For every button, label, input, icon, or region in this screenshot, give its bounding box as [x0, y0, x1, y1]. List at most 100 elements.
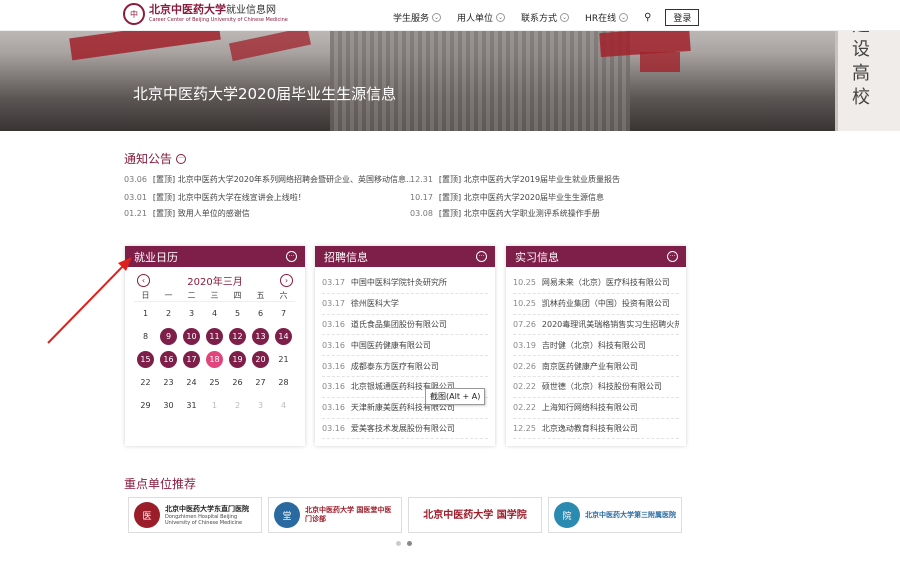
weekday-label: 二	[180, 290, 203, 302]
list-item[interactable]: 03.17 徐州医科大学	[322, 294, 488, 315]
notice-text: [置顶] 北京中医药大学职业测评系统操作手册	[438, 209, 600, 218]
calendar-day[interactable]: 2	[226, 394, 249, 417]
calendar-header: 就业日历 ···	[125, 246, 305, 267]
calendar-day[interactable]: 22	[134, 371, 157, 394]
calendar-day[interactable]: 15	[134, 348, 157, 371]
calendar-day[interactable]: 17	[180, 348, 203, 371]
nav-hr-online[interactable]: HR在线 ⌄	[585, 11, 629, 24]
calendar-day[interactable]: 25	[203, 371, 226, 394]
notice-date: 03.06	[124, 175, 147, 184]
notices-heading-label: 通知公告	[124, 152, 173, 166]
hospital-logo-icon: 院	[554, 502, 580, 528]
calendar-day[interactable]: 2	[157, 302, 180, 325]
list-item[interactable]: 03.17 中国中医科学院针灸研究所	[322, 273, 488, 294]
calendar-day[interactable]: 14	[272, 325, 295, 348]
calendar-day[interactable]: 23	[157, 371, 180, 394]
banner-title[interactable]: 北京中医药大学2020届毕业生生源信息	[133, 83, 396, 104]
notice-item[interactable]: 03.08 [置顶] 北京中医药大学职业测评系统操作手册	[410, 208, 600, 219]
list-item[interactable]: 03.16 中国医药健康有限公司	[322, 335, 488, 357]
nav-student-services[interactable]: 学生服务 ⌄	[393, 11, 442, 24]
calendar-day[interactable]: 1	[203, 394, 226, 417]
calendar-day-number: 6	[257, 309, 264, 318]
list-item-text: 爱美客技术发展股份有限公司	[350, 423, 455, 433]
list-item-text: 上海知行网络科技有限公司	[541, 403, 638, 413]
notice-item[interactable]: 03.06 [置顶] 北京中医药大学2020年系列网络招聘会暨研企业、英国移动信息…	[124, 174, 414, 185]
calendar-day[interactable]: 12	[226, 325, 249, 348]
more-icon[interactable]: ···	[667, 251, 678, 262]
calendar-day[interactable]: 18	[203, 348, 226, 371]
notices-heading[interactable]: 通知公告 ···	[124, 150, 187, 167]
notice-date: 03.01	[124, 193, 147, 202]
list-item-text: 硕世德（北京）科技股份有限公司	[541, 382, 662, 392]
list-item-date: 03.16	[322, 319, 345, 329]
calendar-day[interactable]: 31	[180, 394, 203, 417]
list-item[interactable]: 03.16 爱美客技术发展股份有限公司	[322, 419, 488, 440]
list-item[interactable]: 02.22 上海知行网络科技有限公司	[513, 398, 679, 419]
calendar-day[interactable]: 3	[180, 302, 203, 325]
login-button[interactable]: 登录	[665, 9, 700, 26]
list-item[interactable]: 03.16 道氏食品集团股份有限公司	[322, 315, 488, 336]
list-item[interactable]: 02.26 南京医药健康产业有限公司	[513, 356, 679, 377]
recommended-item[interactable]: 北京中医药大学 国学院	[408, 497, 542, 533]
calendar-day[interactable]: 4	[272, 394, 295, 417]
recommended-sub: Dongzhimen Hospital Beijing University o…	[165, 513, 243, 526]
calendar-day[interactable]: 21	[272, 348, 295, 371]
notice-item[interactable]: 01.21 [置顶] 致用人单位的感谢信	[124, 208, 250, 219]
list-item-date: 03.17	[322, 299, 345, 309]
nav-employers[interactable]: 用人单位 ⌄	[457, 11, 506, 24]
recruit-list: 03.17 中国中医科学院针灸研究所 03.17 徐州医科大学 03.16 道氏食品集团股…	[315, 267, 495, 440]
list-item[interactable]: 10.25 网易未来（北京）医疗科技有限公司	[513, 273, 679, 294]
calendar-day[interactable]: 5	[226, 302, 249, 325]
weekday-label: 六	[272, 290, 295, 302]
calendar-day[interactable]: 19	[226, 348, 249, 371]
calendar-day[interactable]: 7	[272, 302, 295, 325]
site-logo[interactable]: 中 北京中医药大学就业信息网 Career Center of Beijing …	[123, 3, 288, 25]
list-item-date: 10.25	[513, 299, 536, 309]
notice-item[interactable]: 03.01 [置顶] 北京中医药大学在线宣讲会上线啦！	[124, 192, 306, 203]
carousel-dot-active[interactable]	[407, 541, 412, 546]
calendar-day[interactable]: 30	[157, 394, 180, 417]
calendar-day[interactable]: 27	[249, 371, 272, 394]
calendar-day[interactable]: 16	[157, 348, 180, 371]
nav-contact[interactable]: 联系方式 ⌄	[521, 11, 570, 24]
calendar-day[interactable]: 11	[203, 325, 226, 348]
notice-item[interactable]: 10.17 [置顶] 北京中医药大学2020届毕业生生源信息	[410, 192, 604, 203]
calendar-day[interactable]: 24	[180, 371, 203, 394]
list-item[interactable]: 03.16 成都泰东方医疗有限公司	[322, 356, 488, 377]
more-icon[interactable]: ···	[286, 251, 297, 262]
more-icon[interactable]: ···	[176, 153, 187, 164]
recommended-item[interactable]: 医 北京中医药大学东直门医院 Dongzhimen Hospital Beijin…	[128, 497, 262, 533]
list-item[interactable]: 02.22 硕世德（北京）科技股份有限公司	[513, 377, 679, 398]
list-item[interactable]: 10.25 凯林药业集团（中国）投资有限公司	[513, 294, 679, 315]
banner-decoration	[640, 52, 680, 72]
calendar-day[interactable]: 3	[249, 394, 272, 417]
carousel-dot[interactable]	[396, 541, 401, 546]
notice-text: [置顶] 北京中医药大学2019届毕业生就业质量报告	[438, 175, 621, 184]
nav-label: 学生服务	[393, 14, 430, 24]
list-item-date: 07.26	[513, 319, 536, 329]
calendar-month: 2020年三月	[187, 277, 243, 288]
more-icon[interactable]: ···	[476, 251, 487, 262]
recommended-item[interactable]: 堂 北京中医药大学 国医堂中医门诊部	[268, 497, 402, 533]
search-icon[interactable]: ⚲	[644, 12, 651, 23]
calendar-day-number: 28	[278, 378, 289, 387]
calendar-panel: 就业日历 ··· ‹ 2020年三月 › 日一二三四五六 1 2 3 4 5 6 7 8 9 10 11…	[125, 246, 305, 446]
calendar-day[interactable]: 28	[272, 371, 295, 394]
list-item[interactable]: 07.26 2020毒理讯美瑞格销售实习生招聘火热...	[513, 315, 679, 336]
list-item[interactable]: 12.25 北京逸动教育科技有限公司	[513, 419, 679, 440]
calendar-day[interactable]: 4	[203, 302, 226, 325]
calendar-day[interactable]: 9	[157, 325, 180, 348]
calendar-day[interactable]: 29	[134, 394, 157, 417]
calendar-day[interactable]: 6	[249, 302, 272, 325]
recommended-item[interactable]: 院 北京中医药大学第三附属医院	[548, 497, 682, 533]
calendar-day[interactable]: 13	[249, 325, 272, 348]
list-item-date: 03.16	[322, 382, 345, 392]
calendar-day[interactable]: 20	[249, 348, 272, 371]
list-item[interactable]: 03.19 吉时健（北京）科技有限公司	[513, 335, 679, 357]
next-month-button[interactable]: ›	[279, 274, 293, 287]
calendar-day[interactable]: 26	[226, 371, 249, 394]
calendar-day[interactable]: 10	[180, 325, 203, 348]
calendar-nav: ‹ 2020年三月 ›	[125, 267, 305, 288]
notice-item[interactable]: 12.31 [置顶] 北京中医药大学2019届毕业生就业质量报告	[410, 174, 620, 185]
calendar-day-number: 2	[165, 309, 172, 318]
